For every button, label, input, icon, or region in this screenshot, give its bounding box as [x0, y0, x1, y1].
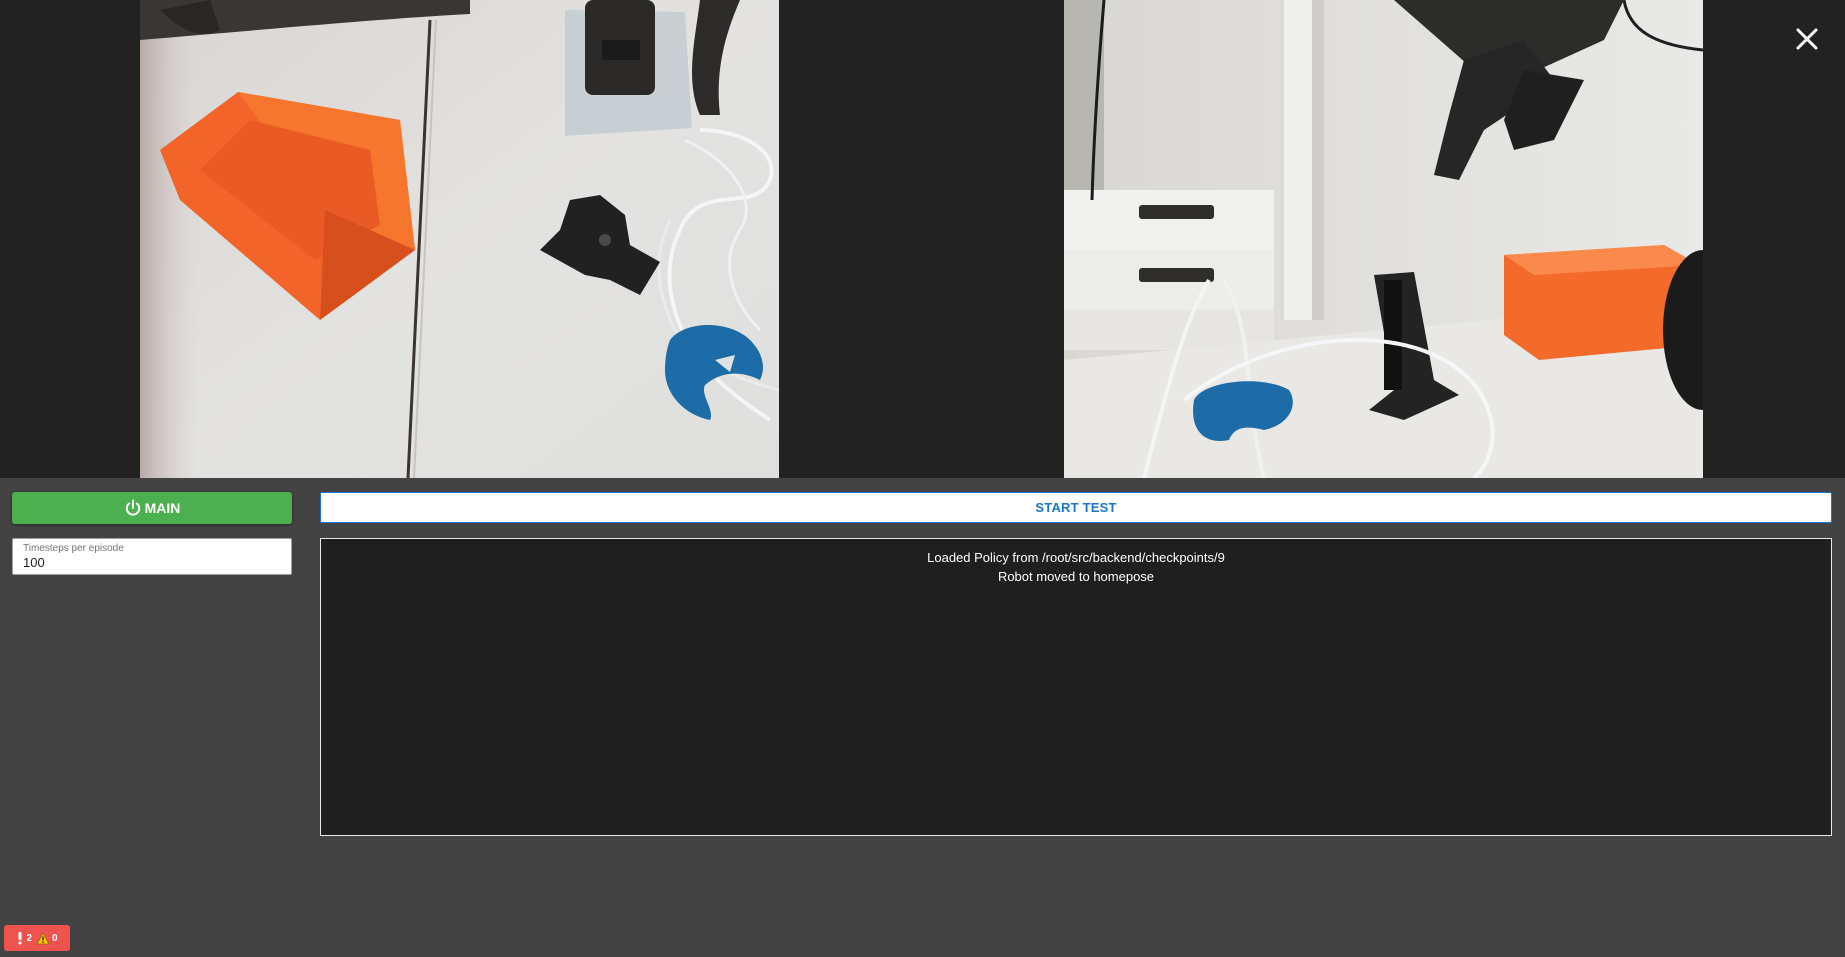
- error-count-group: 2: [16, 931, 32, 945]
- timesteps-field[interactable]: Timesteps per episode: [12, 538, 292, 575]
- log-line: Loaded Policy from /root/src/backend/che…: [927, 550, 1225, 565]
- log-panel: Loaded Policy from /root/src/backend/che…: [320, 538, 1832, 836]
- timesteps-field-label: Timesteps per episode: [23, 543, 124, 554]
- close-icon: [1796, 28, 1818, 50]
- log-line: Robot moved to homepose: [997, 569, 1155, 584]
- error-badge[interactable]: 2 0: [4, 925, 70, 951]
- camera-strip: [0, 0, 1845, 478]
- error-icon: [18, 932, 22, 945]
- start-test-label: START TEST: [1035, 500, 1117, 515]
- main-button-label: MAIN: [144, 500, 181, 516]
- right-camera-feed: [1064, 0, 1703, 478]
- timesteps-input[interactable]: [23, 555, 281, 571]
- close-button[interactable]: [1790, 22, 1824, 56]
- left-camera-feed: [140, 0, 779, 478]
- main-button[interactable]: MAIN: [12, 492, 292, 524]
- error-count: 2: [26, 932, 32, 944]
- warning-count-group: 0: [36, 931, 58, 945]
- start-test-button[interactable]: START TEST: [320, 492, 1832, 523]
- warning-icon: [36, 931, 50, 944]
- warning-count: 0: [52, 932, 58, 944]
- power-icon: [124, 499, 142, 517]
